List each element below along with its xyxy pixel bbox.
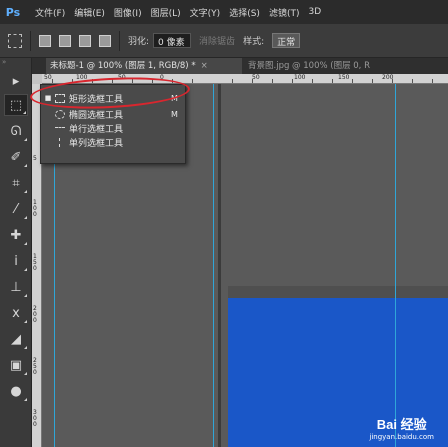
flyout-item-label: 椭圆选框工具 xyxy=(69,110,124,121)
gradient-icon[interactable]: ▣ xyxy=(4,354,28,376)
guide-line[interactable] xyxy=(395,84,396,447)
feather-label: 羽化: xyxy=(128,37,150,47)
tools-panel: » ▸ ⬚ ᘏ ✐ ⌗ ⁄ ✚ ⅰ ⊥ ⅹ ◢ ▣ ● xyxy=(0,58,32,447)
quick-select-icon[interactable]: ✐ xyxy=(4,146,28,168)
watermark-site: jingyan.baidu.com xyxy=(369,433,434,441)
panel-grip-icon[interactable]: » xyxy=(2,58,30,66)
separator xyxy=(30,30,31,51)
menu-type[interactable]: 文字(Y) xyxy=(190,6,221,19)
flyout-item-single-row[interactable]: 单行选框工具 xyxy=(41,121,185,135)
ruler-corner[interactable] xyxy=(32,74,42,84)
brush-icon[interactable]: ⅰ xyxy=(4,250,28,272)
history-brush-icon[interactable]: ⅹ xyxy=(4,302,28,324)
ruler-label: 1 0 0 xyxy=(33,199,37,218)
image-top-band xyxy=(228,286,448,298)
intersect-selection-icon[interactable] xyxy=(99,34,111,47)
flyout-item-ellipse-marquee[interactable]: 椭圆选框工具 M xyxy=(41,107,185,121)
new-selection-icon[interactable] xyxy=(39,34,51,47)
tab-untitled[interactable]: 未标题-1 @ 100% (图层 1, RGB/8) * × xyxy=(46,58,242,74)
antialias-checkbox[interactable]: 消除锯齿 xyxy=(199,34,235,47)
menu-image[interactable]: 图像(I) xyxy=(114,6,142,19)
eraser-icon[interactable]: ◢ xyxy=(4,328,28,350)
ruler-label: 150 xyxy=(338,74,350,81)
menu-file[interactable]: 文件(F) xyxy=(35,6,65,19)
flyout-item-single-column[interactable]: 单列选框工具 xyxy=(41,135,185,149)
stamp-icon[interactable]: ⊥ xyxy=(4,276,28,298)
ruler-label: 50 xyxy=(252,74,260,81)
ruler-label: 100 xyxy=(294,74,306,81)
ruler-label: 1 5 0 xyxy=(33,253,37,272)
tab-background[interactable]: 背景图.jpg @ 100% (图层 0, R xyxy=(244,58,370,74)
flyout-item-label: 单行选框工具 xyxy=(69,124,124,135)
style-select[interactable]: 正常 xyxy=(272,33,301,48)
healing-icon[interactable]: ✚ xyxy=(4,224,28,246)
ruler-label: 50 xyxy=(44,74,52,81)
watermark-logo: Bai 经验 xyxy=(376,417,427,432)
menu-select[interactable]: 选择(S) xyxy=(229,6,260,19)
guide-line[interactable] xyxy=(213,84,214,447)
move-icon[interactable]: ▸ xyxy=(4,70,28,92)
single-column-marquee-icon xyxy=(59,137,61,147)
photoshop-logo: Ps xyxy=(5,5,21,19)
menu-filter[interactable]: 滤镜(T) xyxy=(269,6,300,19)
shortcut-key: M xyxy=(171,109,178,119)
tab-label: 背景图.jpg @ 100% (图层 0, R xyxy=(248,61,370,71)
eyedropper-icon[interactable]: ⁄ xyxy=(4,198,28,220)
menu-3d[interactable]: 3D xyxy=(308,7,321,17)
menu-layer[interactable]: 图层(L) xyxy=(151,6,181,19)
crop-icon[interactable]: ⌗ xyxy=(4,172,28,194)
lasso-icon[interactable]: ᘏ xyxy=(4,120,28,142)
blur-icon[interactable]: ● xyxy=(4,380,28,402)
tool-preset-icon[interactable] xyxy=(8,33,22,48)
separator xyxy=(119,30,120,51)
ruler-label: 2 5 0 xyxy=(33,357,37,376)
ruler-label: 5 xyxy=(33,155,37,162)
document-divider xyxy=(218,84,221,447)
flyout-item-label: 单列选框工具 xyxy=(69,138,124,149)
options-bar: 羽化: 0 像素 消除锯齿 样式: 正常 xyxy=(0,24,448,58)
subtract-selection-icon[interactable] xyxy=(79,34,91,47)
add-selection-icon[interactable] xyxy=(59,34,71,47)
single-row-marquee-icon xyxy=(55,127,65,129)
menu-bar: Ps 文件(F) 编辑(E) 图像(I) 图层(L) 文字(Y) 选择(S) 滤… xyxy=(0,0,448,24)
ruler-label: 3 0 0 xyxy=(33,409,37,428)
baidu-watermark: Bai 经验 jingyan.baidu.com xyxy=(369,414,434,441)
tab-label: 未标题-1 @ 100% (图层 1, RGB/8) * xyxy=(50,61,196,71)
ruler-label: 2 0 0 xyxy=(33,305,37,324)
rect-marquee-icon[interactable]: ⬚ xyxy=(4,94,28,116)
menu-edit[interactable]: 编辑(E) xyxy=(74,6,105,19)
document-tabs: 未标题-1 @ 100% (图层 1, RGB/8) * × 背景图.jpg @ … xyxy=(32,58,448,74)
tab-close-icon[interactable]: × xyxy=(201,61,208,71)
ellipse-marquee-icon xyxy=(55,109,65,119)
feather-input[interactable]: 0 像素 xyxy=(153,33,192,48)
style-label: 样式: xyxy=(243,37,265,47)
